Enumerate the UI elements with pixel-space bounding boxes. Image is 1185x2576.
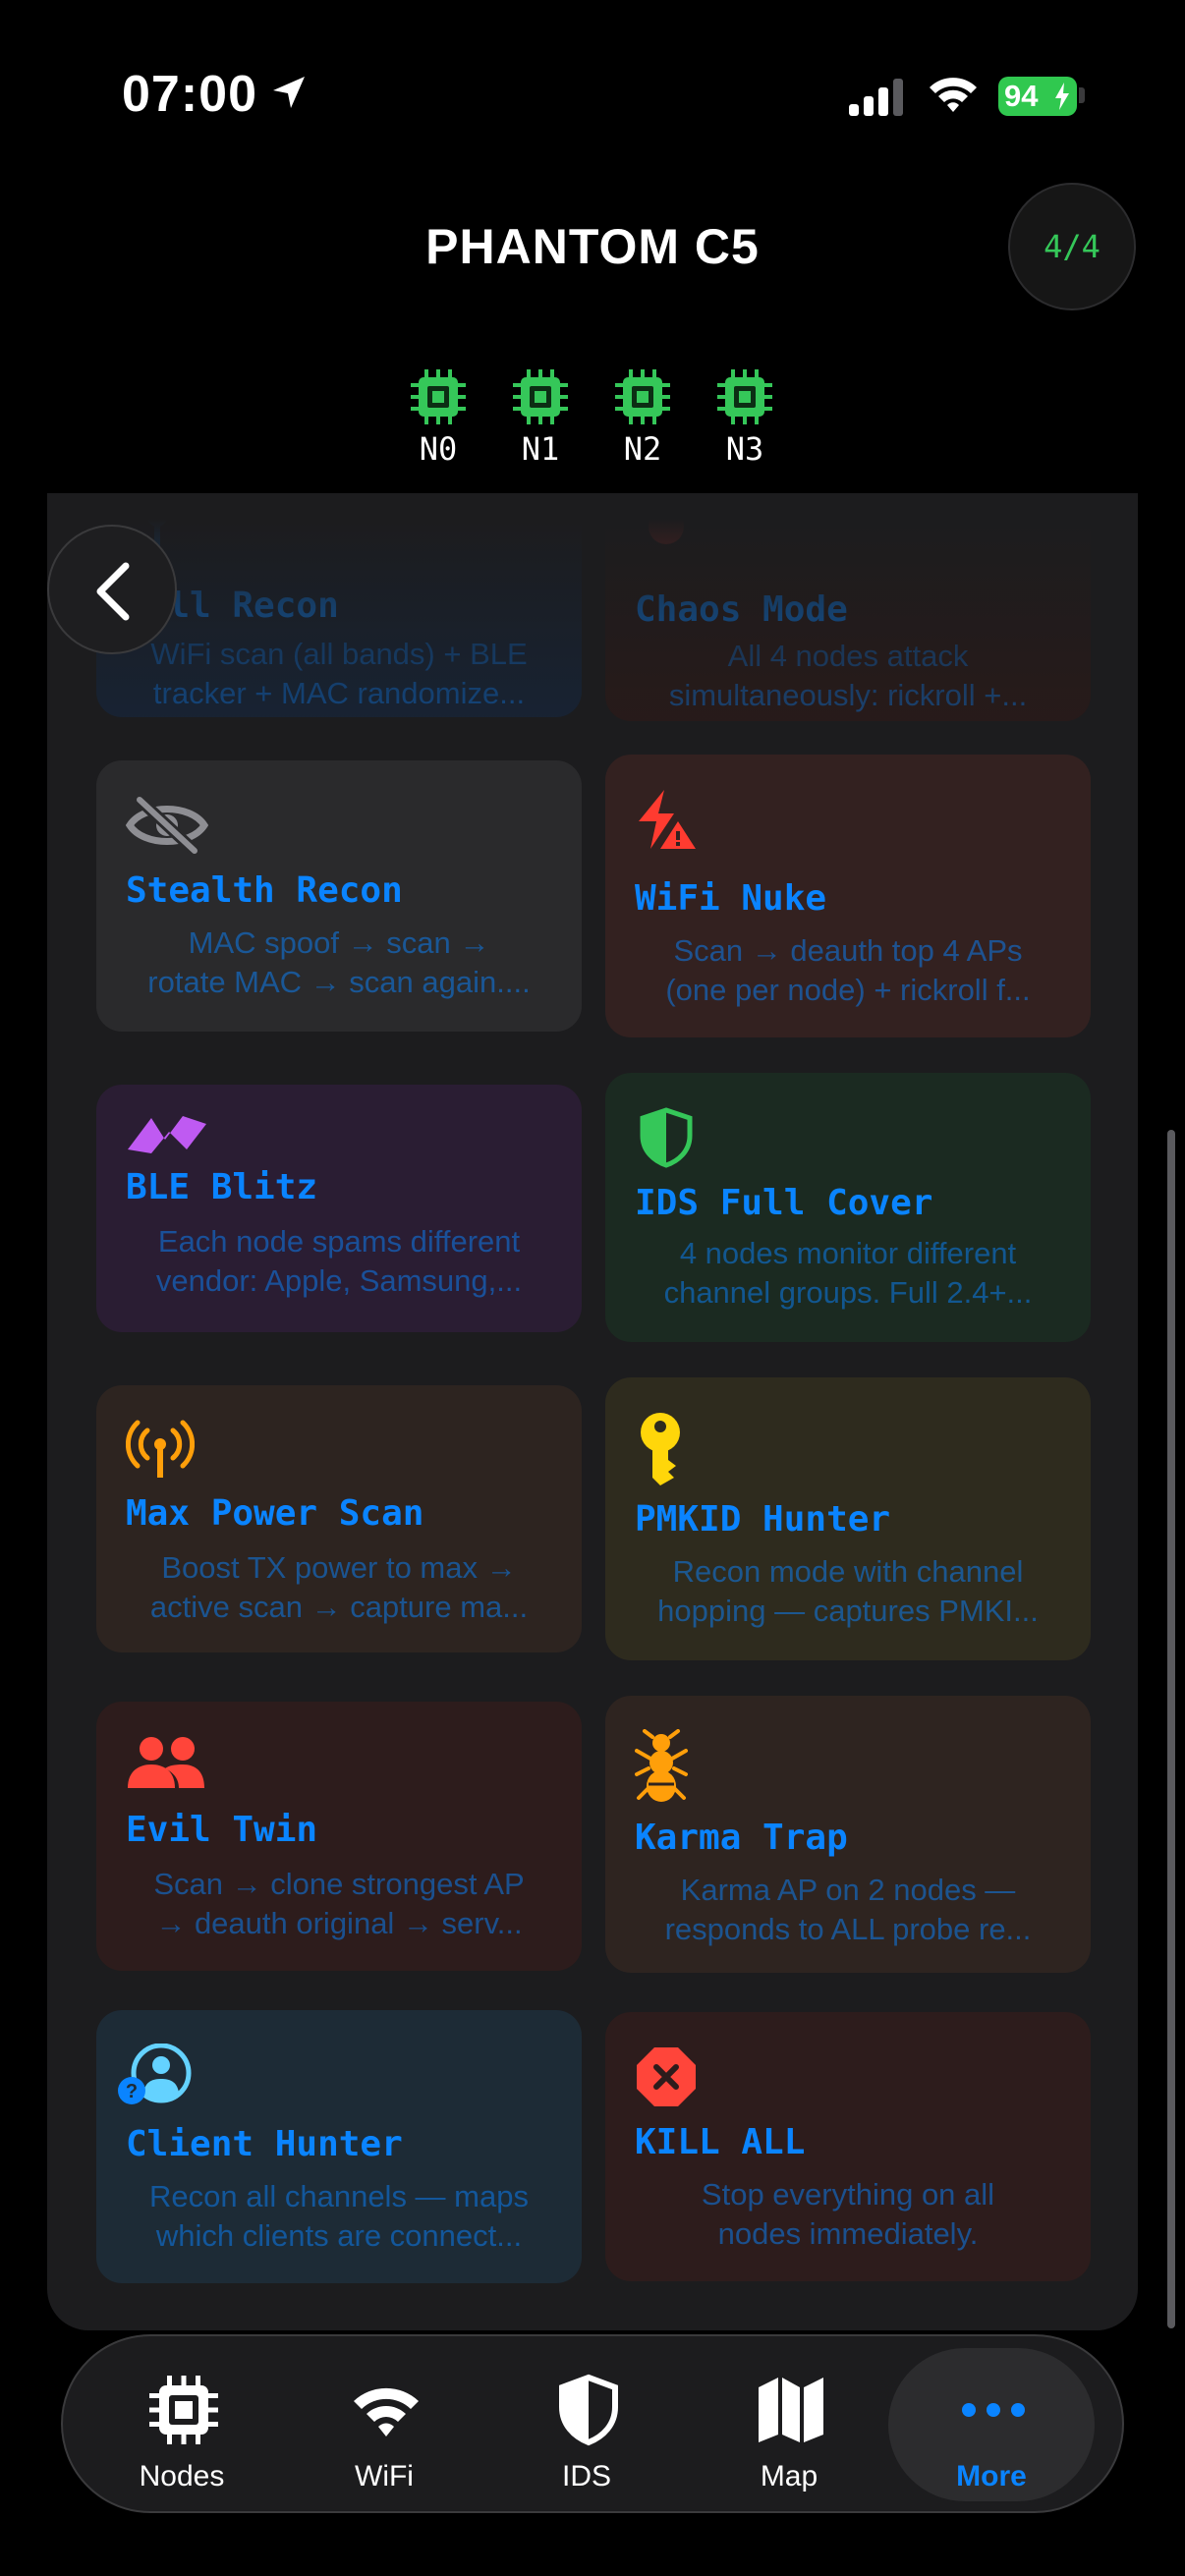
card-client-hunter[interactable]: ? Client Hunter Recon all channels — map… <box>96 2010 582 2283</box>
shield-icon <box>559 2374 618 2446</box>
battery-cap <box>1079 87 1085 103</box>
node-chip[interactable]: N0 <box>399 369 478 468</box>
status-time: 07:00 <box>122 66 257 123</box>
shield-half-icon <box>640 1107 693 1168</box>
node-status-row: N0 N1 N2 N3 <box>0 369 1185 477</box>
ellipsis-icon <box>962 2403 1025 2417</box>
cellular-signal-icon <box>849 79 903 116</box>
tab-label: WiFi <box>355 2460 414 2492</box>
card-title: PMKID Hunter <box>635 1499 891 1540</box>
card-karma-trap[interactable]: Karma Trap Karma AP on 2 nodes — responds… <box>605 1696 1091 1973</box>
card-title: Stealth Recon <box>126 870 403 911</box>
node-label: N1 <box>521 430 560 468</box>
card-description: MAC spoof → scan → rotate MAC → scan agai… <box>147 925 531 999</box>
node-chip[interactable]: N1 <box>501 369 580 468</box>
card-description: WiFi scan (all bands) + BLE tracker + MAC… <box>150 637 528 710</box>
card-ids-full-cover[interactable]: IDS Full Cover 4 nodes monitor different… <box>605 1073 1091 1342</box>
tab-ids[interactable]: IDS <box>483 2348 690 2501</box>
card-title: Karma Trap <box>635 1818 848 1858</box>
tab-more[interactable]: More <box>888 2348 1095 2501</box>
card-title: Evil Twin <box>126 1810 318 1850</box>
card-title: KILL ALL <box>635 2122 806 2162</box>
card-description: Scan → clone strongest AP → deauth origin… <box>153 1867 525 1940</box>
card-kill-all[interactable]: KILL ALL Stop everything on all nodes imm… <box>605 2012 1091 2281</box>
card-ble-blitz[interactable]: BLE Blitz Each node spams different vendo… <box>96 1085 582 1332</box>
back-button[interactable] <box>47 525 177 654</box>
card-description: Scan → deauth top 4 APs (one per node) + … <box>665 933 1031 1007</box>
attack-presets-sheet[interactable]: Full Recon WiFi scan (all bands) + BLE tr… <box>47 493 1138 2330</box>
people-icon <box>128 1737 204 1788</box>
antenna-radiowaves-icon <box>126 1420 195 1478</box>
tab-label: Nodes <box>139 2460 225 2492</box>
card-chaos-mode[interactable]: Chaos Mode All 4 nodes attack simultaneou… <box>605 493 1091 721</box>
tab-label: More <box>956 2460 1027 2492</box>
battery-level: 94 <box>1004 79 1039 113</box>
node-label: N2 <box>623 430 662 468</box>
bolt-warning-icon <box>639 790 696 849</box>
tab-bar: Nodes WiFi IDS Map More <box>61 2334 1124 2513</box>
status-bar: 07:00 94 <box>0 0 1185 187</box>
ant-icon <box>635 1729 688 1802</box>
cpu-chip-icon <box>717 369 772 424</box>
map-icon <box>759 2378 823 2442</box>
card-title: Max Power Scan <box>126 1493 424 1534</box>
card-title: IDS Full Cover <box>635 1183 933 1223</box>
card-description: Karma AP on 2 nodes — responds to ALL pro… <box>664 1873 1032 1946</box>
node-label: N3 <box>725 430 764 468</box>
xmark-octagon-icon <box>637 2047 696 2106</box>
node-chip[interactable]: N3 <box>705 369 784 468</box>
fire-icon <box>649 493 684 544</box>
eye-slash-icon <box>126 795 208 856</box>
cpu-icon <box>149 2376 218 2444</box>
card-description: Stop everything on all nodes immediately. <box>701 2177 995 2251</box>
card-pmkid-hunter[interactable]: PMKID Hunter Recon mode with channel hopp… <box>605 1377 1091 1660</box>
location-arrow-icon <box>273 77 305 108</box>
card-description: Each node spams different vendor: Apple, … <box>155 1224 523 1298</box>
cpu-chip-icon <box>615 369 670 424</box>
card-description: Recon all channels — maps which clients a… <box>149 2179 529 2253</box>
card-description: Recon mode with channel hopping — capture… <box>657 1554 1039 1628</box>
tab-nodes[interactable]: Nodes <box>79 2348 285 2501</box>
svg-text:?: ? <box>126 2081 138 2102</box>
cpu-chip-icon <box>513 369 568 424</box>
key-icon <box>641 1413 680 1485</box>
card-stealth-recon[interactable]: Stealth Recon MAC spoof → scan → rotate M… <box>96 760 582 1032</box>
card-description: Boost TX power to max → active scan → cap… <box>149 1550 529 1624</box>
charging-bolt-icon <box>1055 83 1069 110</box>
node-label: N0 <box>419 430 458 468</box>
card-description: 4 nodes monitor different channel groups.… <box>663 1236 1033 1310</box>
person-question-icon: ? <box>118 2044 192 2104</box>
waveform-icon <box>128 1116 206 1153</box>
wifi-icon <box>354 2387 419 2436</box>
card-title: Client Hunter <box>126 2124 403 2164</box>
node-count-badge[interactable]: 4/4 <box>1008 183 1136 310</box>
tab-wifi[interactable]: WiFi <box>281 2348 487 2501</box>
tab-map[interactable]: Map <box>686 2348 892 2501</box>
card-description: All 4 nodes attack simultaneously: rickro… <box>668 639 1028 712</box>
card-title: Chaos Mode <box>635 589 848 630</box>
chevron-left-icon <box>96 562 130 621</box>
tab-label: IDS <box>561 2460 611 2492</box>
card-wifi-nuke[interactable]: WiFi Nuke Scan → deauth top 4 APs (one pe… <box>605 755 1091 1037</box>
node-chip[interactable]: N2 <box>603 369 682 468</box>
card-max-power-scan[interactable]: Max Power Scan Boost TX power to max → ac… <box>96 1385 582 1652</box>
cpu-chip-icon <box>411 369 466 424</box>
tab-label: Map <box>760 2460 818 2492</box>
card-evil-twin[interactable]: Evil Twin Scan → clone strongest AP → dea… <box>96 1702 582 1971</box>
scroll-indicator[interactable] <box>1167 1130 1175 2328</box>
card-title: BLE Blitz <box>126 1167 318 1207</box>
battery-indicator: 94 <box>998 77 1077 116</box>
wifi-status-icon <box>930 78 977 112</box>
card-title: WiFi Nuke <box>635 878 827 919</box>
